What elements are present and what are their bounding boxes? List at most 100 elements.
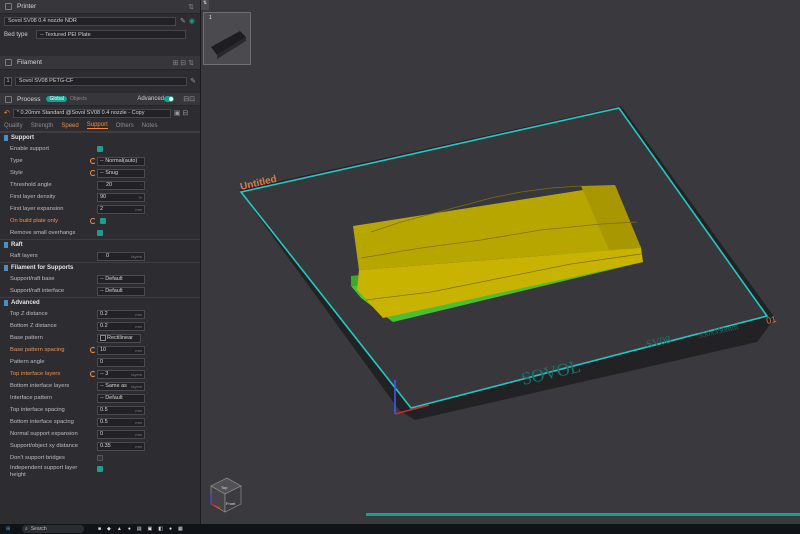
base-spacing-unit: mm	[135, 347, 142, 353]
pattern-angle-unit: °	[140, 359, 142, 365]
xy-distance-input[interactable]: 0.35 mm	[97, 441, 145, 451]
param-bottom-interface-layers: Bottom interface layers -- Same as layers	[0, 380, 200, 392]
build-plate-scene: Untitled SOVOL SV08 350x350mm 01 Top Fro…	[210, 106, 800, 516]
tab-strength[interactable]: Strength	[31, 123, 54, 129]
wifi-icon[interactable]: ◉	[189, 17, 195, 25]
type-select[interactable]: -- Normal(auto)	[97, 156, 145, 166]
param-normal-expansion: Normal support expansion 0 mm	[0, 428, 200, 440]
normal-expansion-unit: mm	[135, 431, 142, 437]
build-plate-undo-icon[interactable]	[90, 218, 96, 224]
global-toggle[interactable]: Global	[46, 96, 67, 102]
bottom-z-input[interactable]: 0.2 mm	[97, 321, 145, 331]
compare-icon[interactable]: ⊟⊡	[183, 95, 195, 103]
bed-type-select[interactable]: -- Textured PEI Plate	[36, 30, 186, 39]
top-interface-spacing-label: Top interface spacing	[10, 407, 65, 413]
style-label: Style	[10, 170, 23, 176]
support-raft-base-select[interactable]: -- Default	[97, 274, 145, 284]
type-undo-icon[interactable]	[90, 158, 96, 164]
type-value: -- Normal(auto)	[100, 158, 138, 164]
raft-layers-label: Raft layers	[10, 253, 38, 259]
printer-header[interactable]: Printer ⇅	[0, 0, 200, 14]
tab-quality[interactable]: Quality	[4, 123, 23, 129]
dont-bridges-label: Don't support bridges	[10, 455, 65, 461]
bed-type-value: -- Textured PEI Plate	[40, 31, 91, 38]
objects-toggle[interactable]: Objects	[70, 96, 87, 102]
filament-select[interactable]: Sovol SV08 PETG-CF	[14, 76, 188, 86]
base-spacing-undo-icon[interactable]	[90, 347, 96, 353]
filament-tools-icon[interactable]: ⊞ ⊟ ⇅	[173, 59, 195, 67]
printer-icon	[5, 3, 12, 10]
pattern-angle-input[interactable]: 0 °	[97, 357, 145, 367]
first-density-input[interactable]: 90%	[97, 192, 145, 202]
bottom-interface-layers-select[interactable]: -- Same as layers	[97, 381, 145, 391]
top-interface-layers-label: Top interface layers	[10, 371, 61, 377]
param-bottom-interface-spacing: Bottom interface spacing 0.5 mm	[0, 416, 200, 428]
preset-undo-icon[interactable]: ↶	[4, 109, 10, 117]
start-icon[interactable]: ⊞	[6, 525, 10, 533]
param-independent-height: Independent support layer height	[0, 464, 200, 480]
dont-bridges-checkbox[interactable]	[97, 455, 103, 461]
param-threshold: Threshold angle 20 °	[0, 179, 200, 191]
raft-layers-unit: layers	[131, 253, 142, 259]
top-interface-spacing-unit: mm	[135, 407, 142, 413]
taskbar-search-label: Search	[30, 526, 47, 532]
process-preset-select[interactable]: * 0.20mm Standard @Sovol SV08 0.4 nozzle…	[12, 108, 171, 118]
threshold-input[interactable]: 20 °	[97, 180, 145, 190]
filament-icon	[5, 59, 12, 66]
tab-others[interactable]: Others	[116, 123, 134, 129]
top-z-input[interactable]: 0.2 mm	[97, 309, 145, 319]
printer-select[interactable]: Sovol SV08 0.4 nozzle NDR	[4, 16, 176, 26]
filament-header[interactable]: Filament ⊞ ⊟ ⇅	[0, 56, 200, 70]
remove-small-checkbox[interactable]	[97, 230, 103, 236]
raft-layers-input[interactable]: 0 layers	[97, 251, 145, 261]
normal-expansion-input[interactable]: 0 mm	[97, 429, 145, 439]
style-select[interactable]: -- Snug	[97, 168, 145, 178]
pattern-angle-value: 0	[100, 359, 104, 365]
raft-layers-value: 0	[106, 253, 110, 259]
bottom-interface-spacing-input[interactable]: 0.5 mm	[97, 417, 145, 427]
first-expansion-value: 2	[100, 206, 104, 212]
interface-pattern-select[interactable]: -- Default	[97, 393, 145, 403]
filament-slot[interactable]: 1	[4, 76, 12, 86]
base-spacing-input[interactable]: 10 mm	[97, 345, 145, 355]
process-icon	[5, 95, 12, 103]
on-build-plate-checkbox[interactable]	[100, 218, 106, 224]
taskbar-app-icons[interactable]: ■◆▲●▤▣◧●▦	[98, 525, 189, 533]
base-pattern-label: Base pattern	[10, 335, 43, 341]
bottom-interface-spacing-label: Bottom interface spacing	[10, 419, 74, 425]
view-cube-front-label: Front	[226, 501, 236, 506]
base-pattern-select[interactable]: Rectilinear	[97, 333, 141, 343]
tab-speed[interactable]: Speed	[61, 123, 78, 129]
style-undo-icon[interactable]	[90, 170, 96, 176]
top-interface-undo-icon[interactable]	[90, 371, 96, 377]
3d-viewport[interactable]: ⇅ 1 Untitled SOVOL SV08 350x350mm 01 Top…	[201, 0, 800, 524]
windows-taskbar: ⊞ ⌕ Search ■◆▲●▤▣◧●▦	[0, 524, 800, 534]
bottom-interface-spacing-value: 0.5	[100, 419, 108, 425]
normal-expansion-value: 0	[100, 431, 104, 437]
threshold-label: Threshold angle	[10, 182, 52, 188]
interface-pattern-label: Interface pattern	[10, 395, 53, 401]
top-z-value: 0.2	[100, 311, 108, 317]
save-preset-icon[interactable]: ▣ ⊟	[174, 109, 188, 117]
advanced-toggle[interactable]	[164, 96, 174, 102]
support-raft-interface-select[interactable]: -- Default	[97, 286, 145, 296]
sliders-icon[interactable]: ⇅	[188, 3, 194, 11]
tab-notes[interactable]: Notes	[142, 123, 158, 129]
group-advanced: Advanced	[0, 297, 200, 308]
tab-support[interactable]: Support	[86, 122, 108, 129]
edit-printer-icon[interactable]: ✎	[180, 17, 186, 25]
independent-height-line1: Independent support layer	[10, 465, 78, 471]
edit-filament-icon[interactable]: ✎	[190, 77, 196, 85]
param-enable-support: Enable support	[0, 143, 200, 155]
support-raft-base-value: -- Default	[100, 276, 123, 282]
process-header-label: Process	[17, 95, 41, 103]
top-interface-spacing-input[interactable]: 0.5 mm	[97, 405, 145, 415]
process-preset-name: * 0.20mm Standard @Sovol SV08 0.4 nozzle…	[16, 110, 145, 116]
taskbar-search[interactable]: ⌕ Search	[22, 525, 84, 533]
top-interface-layers-select[interactable]: -- 3 layers	[97, 369, 145, 379]
first-expansion-input[interactable]: 2 mm	[97, 204, 145, 214]
independent-height-checkbox[interactable]	[97, 466, 103, 472]
interface-pattern-value: -- Default	[100, 395, 123, 401]
enable-support-checkbox[interactable]	[97, 146, 103, 152]
base-spacing-label: Base pattern spacing	[10, 347, 65, 353]
